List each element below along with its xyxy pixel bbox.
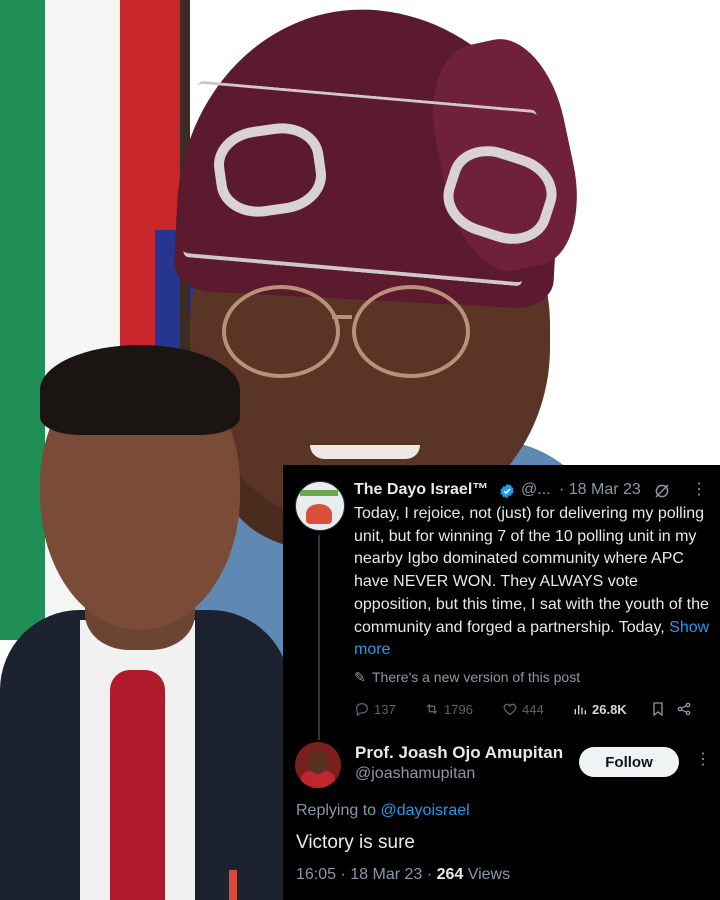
share-action[interactable]: [676, 701, 692, 717]
tweet-screenshot: The Dayo Israel™ @... · 18 Mar 23 ⋮ Toda…: [283, 465, 720, 900]
glasses-right-lens: [352, 285, 470, 378]
repost-action[interactable]: 1796: [424, 701, 473, 717]
man-left-tie: [110, 670, 165, 900]
post-body: Today, I rejoice, not (just) for deliver…: [354, 505, 710, 659]
share-icon: [677, 702, 691, 716]
reply-author-name[interactable]: Prof. Joash Ojo Amupitan: [355, 743, 563, 763]
new-version-notice[interactable]: ✎ There's a new version of this post: [354, 669, 580, 686]
more-icon[interactable]: ⋮: [691, 479, 707, 499]
glasses-left-lens: [222, 285, 340, 378]
post-date[interactable]: · 18 Mar 23: [559, 481, 641, 499]
pencil-icon: ✎: [354, 669, 366, 685]
thread-line: [318, 535, 320, 740]
author-name[interactable]: The Dayo Israel™: [354, 481, 488, 499]
views-action[interactable]: 26.8K: [572, 701, 627, 717]
reply-time[interactable]: 16:05: [296, 866, 336, 883]
verified-badge-icon: [500, 483, 514, 499]
reply-action[interactable]: 137: [354, 701, 396, 717]
grok-icon[interactable]: [653, 482, 671, 500]
repost-icon: [426, 704, 438, 714]
like-action[interactable]: 444: [502, 701, 544, 717]
joash-amupitan-avatar[interactable]: [295, 742, 341, 788]
reply-text: Victory is sure: [296, 832, 415, 853]
bookmark-icon: [653, 702, 663, 717]
author-handle[interactable]: @...: [521, 481, 551, 499]
reply-icon: [355, 702, 369, 717]
reply-author-handle[interactable]: @joashamupitan: [355, 765, 475, 783]
views-icon: [574, 705, 586, 715]
replying-to: Replying to @dayoisrael: [296, 802, 470, 819]
reply-date[interactable]: 18 Mar 23: [350, 866, 422, 883]
follow-button[interactable]: Follow: [579, 747, 679, 777]
bookmark-action[interactable]: [650, 701, 666, 717]
reply-views-count: 264: [436, 866, 464, 883]
like-icon: [503, 703, 517, 716]
reply-more-icon[interactable]: ⋮: [695, 749, 711, 769]
replying-to-handle[interactable]: @dayoisrael: [381, 802, 470, 819]
action-bar: 137 1796 444 26.8K: [354, 701, 714, 721]
reply-meta: 16:05 · 18 Mar 23 · 264 Views: [296, 866, 511, 883]
dayo-israel-avatar[interactable]: [295, 481, 345, 531]
